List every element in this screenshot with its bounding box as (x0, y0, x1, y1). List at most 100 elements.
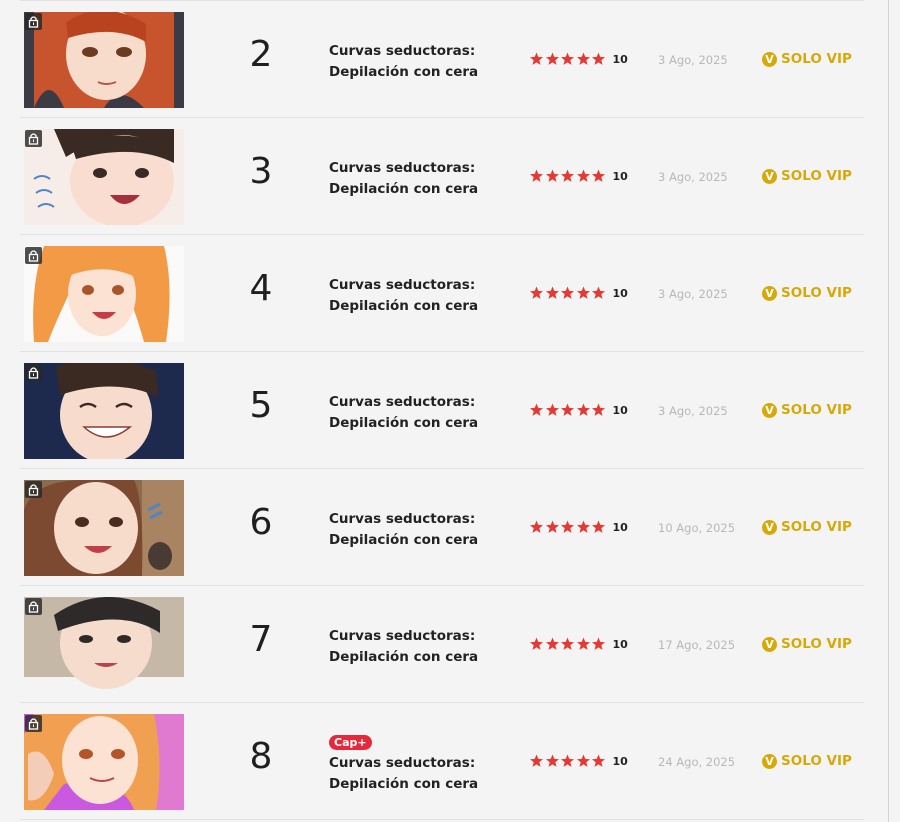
vip-label: SOLO VIP (781, 753, 852, 769)
rating-stars: 10 (529, 52, 628, 66)
star-icon (560, 286, 575, 300)
vip-label: SOLO VIP (781, 402, 852, 418)
lock-icon (25, 13, 42, 30)
chapter-row[interactable]: 7 Curvas seductoras: Depilación con cera… (20, 586, 864, 703)
rating-stars: 10 (529, 403, 628, 417)
chapter-title[interactable]: Curvas seductoras: Depilación con cera (329, 626, 499, 668)
rating-stars: 10 (529, 169, 628, 183)
star-icon (591, 403, 606, 417)
vip-coin-icon: V (762, 51, 777, 67)
chapter-number: 8 (249, 736, 273, 777)
thumbnail-art (24, 363, 184, 459)
chapter-title[interactable]: Curvas seductoras: Depilación con cera (329, 275, 499, 317)
star-icon (545, 286, 560, 300)
release-date: 17 Ago, 2025 (658, 638, 736, 652)
star-icon (545, 52, 560, 66)
chapter-title-line1: Curvas seductoras: (329, 511, 476, 527)
rating-score: 10 (612, 403, 628, 417)
vip-access-button[interactable]: V SOLO VIP (762, 519, 852, 535)
thumbnail-art (24, 714, 184, 810)
rating-stars: 10 (529, 754, 628, 768)
vip-access-button[interactable]: V SOLO VIP (762, 753, 852, 769)
chapter-thumbnail[interactable] (24, 480, 184, 576)
thumbnail-art (24, 129, 184, 225)
lock-icon (25, 598, 42, 615)
chapter-title[interactable]: Cap+ Curvas seductoras: Depilación con c… (329, 732, 499, 795)
vip-label: SOLO VIP (781, 168, 852, 184)
chapter-number: 5 (249, 385, 273, 426)
chapter-thumbnail[interactable] (24, 129, 184, 225)
chapter-title-line1: Curvas seductoras: (329, 628, 476, 644)
star-icon (591, 637, 606, 651)
chapter-title-line2: Depilación con cera (329, 64, 479, 80)
vip-coin-icon: V (762, 519, 777, 535)
chapter-row[interactable]: 4 Curvas seductoras: Depilación con cera… (20, 235, 864, 352)
chapter-title-line2: Depilación con cera (329, 649, 479, 665)
star-icon (591, 286, 606, 300)
rating-score: 10 (612, 286, 628, 300)
chapter-row[interactable]: 2 Curvas seductoras: Depilación con cera… (20, 1, 864, 118)
chapter-thumbnail[interactable] (24, 363, 184, 459)
chapter-number: 7 (249, 619, 273, 660)
lock-icon (25, 715, 42, 732)
chapter-thumbnail[interactable] (24, 246, 184, 342)
new-chapter-badge: Cap+ (329, 735, 372, 750)
chapter-title[interactable]: Curvas seductoras: Depilación con cera (329, 41, 499, 83)
vip-coin-icon: V (762, 285, 777, 301)
chapter-title[interactable]: Curvas seductoras: Depilación con cera (329, 509, 499, 551)
vip-access-button[interactable]: V SOLO VIP (762, 285, 852, 301)
rating-score: 10 (612, 754, 628, 768)
thumbnail-art (24, 12, 184, 108)
chapter-row[interactable]: 6 Curvas seductoras: Depilación con cera… (20, 469, 864, 586)
star-icon (591, 520, 606, 534)
chapter-title-line2: Depilación con cera (329, 415, 479, 431)
star-icon (576, 169, 591, 183)
star-icon (545, 520, 560, 534)
chapter-row[interactable]: 8 Cap+ Curvas seductoras: Depilación con… (20, 703, 864, 820)
chapter-title-line1: Curvas seductoras: (329, 394, 476, 410)
star-icon (545, 403, 560, 417)
lock-icon (25, 247, 42, 264)
chapter-thumbnail[interactable] (24, 12, 184, 108)
thumbnail-art (24, 597, 184, 693)
release-date: 3 Ago, 2025 (658, 404, 728, 418)
chapter-title-line2: Depilación con cera (329, 298, 479, 314)
star-icon (529, 637, 544, 651)
lock-icon (25, 481, 42, 498)
star-icon (529, 754, 544, 768)
rating-stars: 10 (529, 520, 628, 534)
vip-coin-icon: V (762, 402, 777, 418)
vip-label: SOLO VIP (781, 519, 852, 535)
thumbnail-art (24, 480, 184, 576)
chapter-title-line1: Curvas seductoras: (329, 43, 476, 59)
chapter-row[interactable]: 3 Curvas seductoras: Depilación con cera… (20, 118, 864, 235)
chapter-title-line1: Curvas seductoras: (329, 160, 476, 176)
rating-stars: 10 (529, 637, 628, 651)
star-icon (529, 169, 544, 183)
star-icon (576, 637, 591, 651)
release-date: 24 Ago, 2025 (658, 755, 736, 769)
chapter-title[interactable]: Curvas seductoras: Depilación con cera (329, 392, 499, 434)
star-icon (560, 754, 575, 768)
chapter-thumbnail[interactable] (24, 597, 184, 693)
sidebar-edge (888, 0, 900, 822)
vip-access-button[interactable]: V SOLO VIP (762, 51, 852, 67)
vip-coin-icon: V (762, 636, 777, 652)
vip-access-button[interactable]: V SOLO VIP (762, 402, 852, 418)
chapter-row[interactable]: 5 Curvas seductoras: Depilación con cera… (20, 352, 864, 469)
vip-coin-icon: V (762, 753, 777, 769)
release-date: 3 Ago, 2025 (658, 53, 728, 67)
star-icon (560, 637, 575, 651)
star-icon (591, 169, 606, 183)
rating-stars: 10 (529, 286, 628, 300)
star-icon (545, 754, 560, 768)
chapter-thumbnail[interactable] (24, 714, 184, 810)
vip-access-button[interactable]: V SOLO VIP (762, 636, 852, 652)
star-icon (529, 286, 544, 300)
chapter-number: 4 (249, 268, 273, 309)
star-icon (576, 286, 591, 300)
chapter-title[interactable]: Curvas seductoras: Depilación con cera (329, 158, 499, 200)
vip-access-button[interactable]: V SOLO VIP (762, 168, 852, 184)
chapter-title-line2: Depilación con cera (329, 776, 479, 792)
chapter-number: 6 (249, 502, 273, 543)
